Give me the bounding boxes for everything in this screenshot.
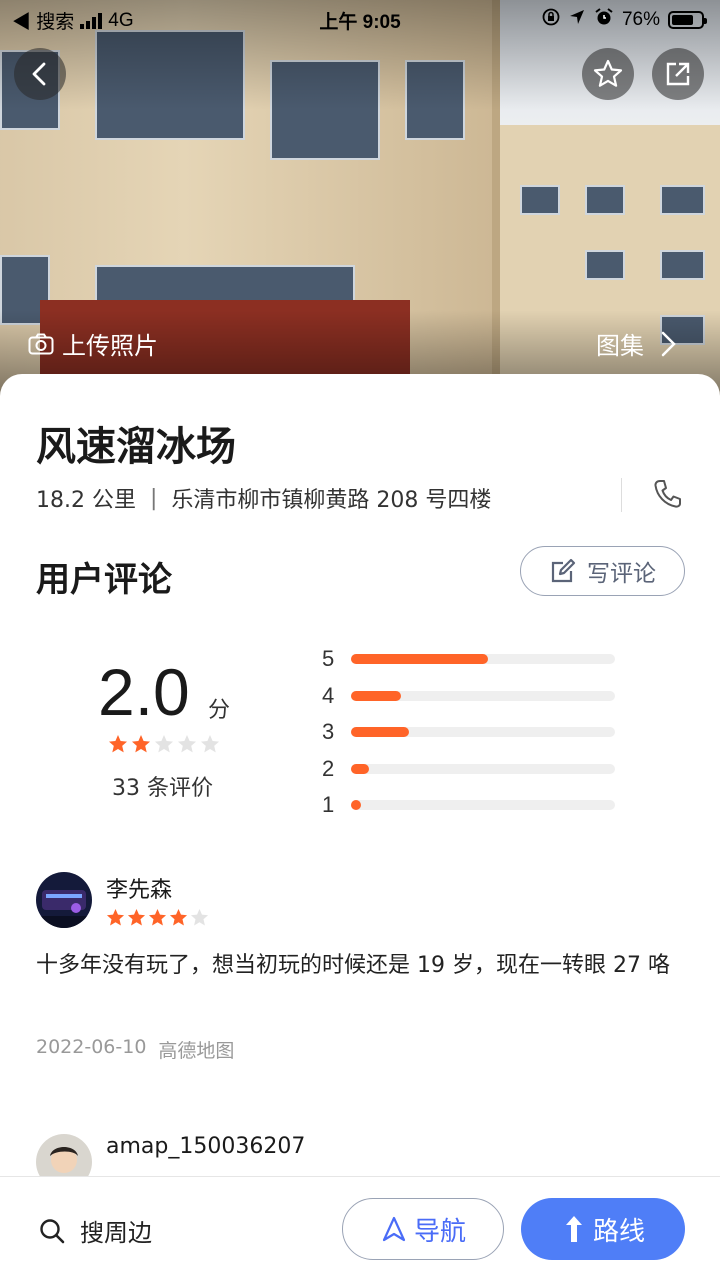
star-filled-icon	[106, 908, 125, 926]
battery-icon	[668, 11, 707, 29]
reviews-heading: 用户评论	[36, 560, 172, 600]
rating-row-5: 5	[322, 644, 622, 681]
review-author: amap_150036207	[106, 1134, 306, 1159]
rating-track	[351, 727, 615, 737]
star-filled-icon	[132, 735, 150, 753]
route-button[interactable]: 路线	[521, 1198, 685, 1260]
favorite-button[interactable]	[582, 48, 634, 100]
gallery-label: 图集	[596, 332, 644, 360]
rating-label: 3	[322, 719, 335, 744]
star-empty-icon	[190, 908, 209, 926]
phone-icon	[654, 480, 681, 508]
battery-percent: 76%	[621, 9, 660, 30]
star-filled-icon	[109, 735, 127, 753]
camera-icon	[28, 333, 54, 354]
share-button[interactable]	[652, 48, 704, 100]
chevron-right-icon	[661, 331, 676, 356]
rating-label: 4	[322, 682, 335, 708]
rating-bar	[351, 727, 410, 737]
avatar	[36, 872, 92, 928]
star-empty-icon	[155, 735, 173, 753]
divider	[621, 478, 622, 512]
alarm-icon	[594, 7, 614, 33]
rating-track	[351, 690, 615, 701]
rating-row-3: 3	[322, 717, 622, 754]
place-detail-card: 风速溜冰场 18.2 公里 | 乐清市柳市镇柳黄路 208 号四楼 用户评论 写…	[0, 374, 720, 1280]
review-text: 十多年没有玩了，想当初玩的时候还是 19 岁，现在一转眼 27 咯	[36, 953, 670, 978]
location-arrow-icon	[568, 8, 586, 32]
rating-row-2: 2	[322, 754, 622, 791]
rating-label: 5	[322, 646, 335, 671]
route-icon	[565, 1216, 582, 1242]
review-stars	[106, 908, 209, 927]
review-meta: 2022-06-10 高德地图	[36, 1036, 234, 1063]
rating-label: 1	[322, 792, 335, 817]
navigate-label: 导航	[413, 1216, 466, 1247]
place-address-row: 18.2 公里 | 乐清市柳市镇柳黄路 208 号四楼	[36, 482, 491, 514]
rating-distribution: 5 4 3 2 1	[322, 644, 622, 827]
rating-bar	[351, 763, 370, 774]
search-nearby-label: 搜周边	[80, 1219, 152, 1247]
review-source: 高德地图	[158, 1040, 235, 1062]
star-filled-icon	[169, 908, 188, 926]
star-outline-icon	[593, 59, 623, 87]
star-filled-icon	[148, 908, 167, 926]
star-empty-icon	[201, 735, 219, 753]
route-label: 路线	[592, 1216, 645, 1247]
write-review-button[interactable]: 写评论	[520, 546, 685, 596]
rating-track	[351, 654, 615, 664]
rating-bar	[351, 690, 402, 701]
navigate-button[interactable]: 导航	[342, 1198, 504, 1260]
share-icon	[666, 62, 690, 86]
address-separator: |	[149, 485, 158, 511]
rating-track	[351, 800, 615, 810]
chevron-left-icon	[32, 62, 46, 86]
star-empty-icon	[178, 735, 196, 753]
gallery-button[interactable]: 图集	[596, 326, 678, 361]
rating-row-4: 4	[322, 681, 622, 718]
navigation-arrow-icon	[382, 1216, 406, 1242]
review-count: 33 条评价	[112, 776, 213, 801]
back-button[interactable]	[14, 48, 66, 100]
orientation-lock-icon	[542, 8, 560, 32]
upload-photo-label: 上传照片	[62, 332, 158, 360]
place-distance: 18.2 公里	[36, 488, 136, 513]
average-score: 2.0	[98, 655, 190, 729]
bottom-action-bar: 搜周边 导航 路线	[0, 1176, 720, 1280]
place-name: 风速溜冰场	[36, 424, 236, 470]
status-bar: ◀ 搜索 4G 上午 9:05 76%	[0, 0, 720, 36]
rating-bar	[351, 800, 361, 810]
upload-photo-button[interactable]: 上传照片	[28, 326, 158, 361]
place-address[interactable]: 乐清市柳市镇柳黄路 208 号四楼	[171, 482, 491, 514]
review-item[interactable]: 李先森 十多年没有玩了，想当初玩的时候还是 19 岁，现在一转眼 27 咯 20…	[36, 872, 684, 1072]
score-unit: 分	[208, 698, 231, 723]
rating-bar	[351, 654, 489, 664]
rating-label: 2	[322, 755, 335, 781]
write-review-label: 写评论	[587, 561, 656, 587]
call-button[interactable]	[652, 478, 682, 514]
star-filled-icon	[127, 908, 146, 926]
rating-row-1: 1	[322, 790, 622, 827]
edit-icon	[551, 558, 576, 583]
review-author: 李先森	[106, 878, 173, 903]
average-stars	[108, 734, 220, 754]
search-icon	[40, 1218, 65, 1243]
rating-track	[351, 763, 615, 774]
search-nearby-button[interactable]: 搜周边	[38, 1213, 152, 1248]
review-date: 2022-06-10	[36, 1036, 147, 1058]
